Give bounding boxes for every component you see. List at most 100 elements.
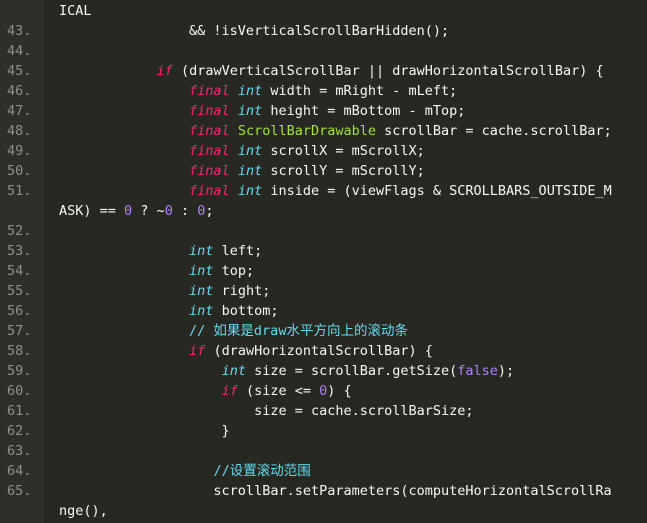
code-text: final int scrollY = mScrollY; [59, 161, 425, 181]
line-number: 50. [7, 163, 32, 179]
code-editor: ICAL 43. && !isVerticalScrollBarHidden();… [0, 0, 647, 523]
code-line: ASK) == 0 ? ~0 : 0; [0, 201, 647, 221]
line-number: 60. [7, 383, 32, 399]
code-token: int [189, 283, 214, 299]
line-number: 56. [7, 303, 32, 319]
line-number: 53. [7, 243, 32, 259]
code-line: 54. int top; [0, 261, 647, 281]
code-token: height = mBottom - mTop; [262, 103, 466, 119]
code-token: false [457, 363, 498, 379]
code-text: size = cache.scrollBarSize; [59, 401, 474, 421]
line-number: 52. [7, 223, 32, 239]
code-token: int [237, 183, 263, 199]
code-token: if [156, 63, 173, 79]
line-number: 47. [7, 103, 32, 119]
code-token: inside = (viewFlags & SCROLLBARS_OUTSIDE… [262, 183, 612, 199]
code-token: int [189, 263, 214, 279]
line-number: 51. [7, 183, 32, 199]
code-line: 62. } [0, 421, 647, 441]
line-number: 59. [7, 363, 32, 379]
code-line: 50. final int scrollY = mScrollY; [0, 161, 647, 181]
code-text: if (size <= 0) { [59, 381, 352, 401]
code-text: scrollBar.setParameters(computeHorizonta… [59, 481, 611, 501]
code-text: int top; [59, 261, 254, 281]
code-line: 63. [0, 441, 647, 461]
code-text: int left; [59, 241, 262, 261]
code-token: final [189, 163, 230, 179]
code-line: 44. [0, 41, 647, 61]
code-token: final [189, 103, 230, 119]
code-token: ; [205, 203, 214, 219]
code-token: ScrollBarDrawable [237, 123, 376, 139]
code-token: scrollY = mScrollY; [262, 163, 425, 179]
line-number: 55. [7, 283, 32, 299]
code-line: nge(), [0, 501, 647, 521]
line-number: 62. [7, 423, 32, 439]
code-token: // 如果是draw水平方向上的滚动条 [189, 323, 408, 339]
code-line: 43. && !isVerticalScrollBarHidden(); [0, 21, 647, 41]
line-number: 63. [7, 443, 32, 459]
code-line: 46. final int width = mRight - mLeft; [0, 81, 647, 101]
code-token: size = cache.scrollBarSize; [59, 403, 474, 419]
code-token: width = mRight - mLeft; [262, 83, 458, 99]
code-token: ) { [327, 383, 352, 399]
code-line: 45. if (drawVerticalScrollBar || drawHor… [0, 61, 647, 81]
code-token: int [221, 363, 246, 379]
code-token: ? ~ [132, 203, 165, 219]
code-line: 49. final int scrollX = mScrollX; [0, 141, 647, 161]
code-text: int right; [59, 281, 270, 301]
code-token: ); [497, 363, 515, 379]
code-line: 47. final int height = mBottom - mTop; [0, 101, 647, 121]
code-text: // 如果是draw水平方向上的滚动条 [59, 321, 408, 341]
code-text: final int inside = (viewFlags & SCROLLBA… [59, 181, 612, 201]
code-line: 58. if (drawHorizontalScrollBar) { [0, 341, 647, 361]
line-number: 49. [7, 143, 32, 159]
code-token: right; [213, 283, 271, 299]
line-number: 54. [7, 263, 32, 279]
code-token: bottom; [213, 303, 279, 319]
code-token: 0 [124, 203, 133, 219]
code-text: //设置滚动范围 [59, 461, 310, 481]
code-text: final ScrollBarDrawable scrollBar = cach… [59, 121, 612, 141]
code-line: 57. // 如果是draw水平方向上的滚动条 [0, 321, 647, 341]
code-line: ICAL [0, 1, 647, 21]
code-text: final int scrollX = mScrollX; [59, 141, 425, 161]
code-line: 48. final ScrollBarDrawable scrollBar = … [0, 121, 647, 141]
line-number: 61. [7, 403, 32, 419]
code-token: if [221, 383, 238, 399]
code-token: ICAL [59, 3, 92, 19]
line-number: 57. [7, 323, 32, 339]
code-line: 51. final int inside = (viewFlags & SCRO… [0, 181, 647, 201]
code-text: final int height = mBottom - mTop; [59, 101, 465, 121]
code-text: if (drawHorizontalScrollBar) { [59, 341, 433, 361]
code-token: } [59, 423, 230, 439]
line-number: 46. [7, 83, 32, 99]
code-token: int [189, 243, 214, 259]
code-line: 60. if (size <= 0) { [0, 381, 647, 401]
code-token: ASK) == [59, 203, 125, 219]
code-token: int [237, 143, 263, 159]
line-number: 44. [7, 43, 32, 59]
code-token: if [189, 343, 206, 359]
code-line: 56. int bottom; [0, 301, 647, 321]
code-line: 52. [0, 221, 647, 241]
line-number: 45. [7, 63, 32, 79]
line-number: 48. [7, 123, 32, 139]
code-text: && !isVerticalScrollBarHidden(); [59, 21, 449, 41]
code-token: (drawVerticalScrollBar || drawHorizontal… [172, 63, 604, 79]
code-text: } [59, 421, 230, 441]
